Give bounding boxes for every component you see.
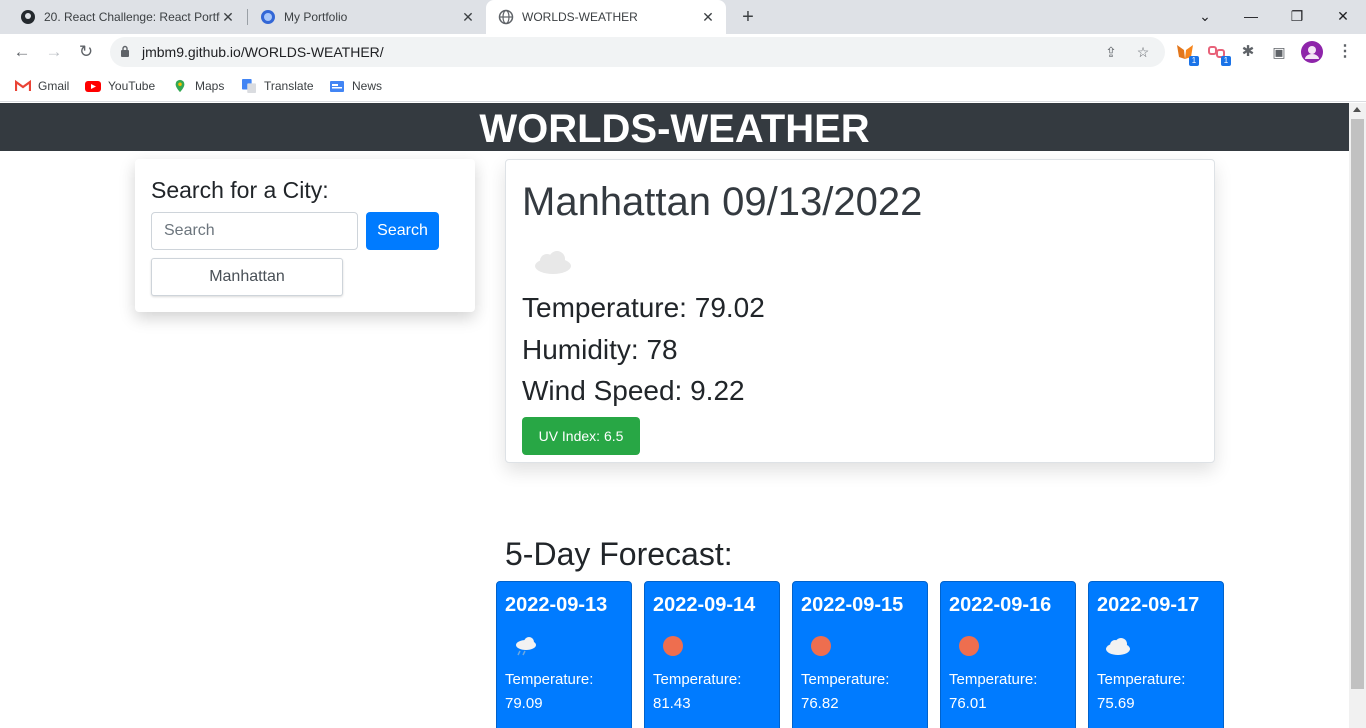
bookmark-label: YouTube — [108, 79, 156, 93]
github-icon — [21, 10, 35, 24]
page-title: WORLDS-WEATHER — [0, 103, 1349, 151]
forecast-temp-value: 76.01 — [949, 695, 987, 712]
sun-icon — [811, 636, 831, 656]
restore-icon[interactable]: ❐ — [1285, 5, 1309, 27]
tab-title: WORLDS-WEATHER — [522, 10, 638, 24]
tab-my-portfolio[interactable]: My Portfolio ✕ — [240, 0, 486, 34]
forecast-card: 2022-09-17 Temperature: 75.69 — [1088, 581, 1224, 728]
forecast-temp-label: Temperature: — [801, 671, 890, 688]
tab-strip: 20. React Challenge: React Portfo ✕ My P… — [0, 0, 1366, 34]
puzzle-extensions-icon[interactable]: ✱ — [1237, 41, 1259, 63]
tab-title: My Portfolio — [284, 10, 348, 24]
metamask-extension-icon[interactable]: 1 — [1175, 43, 1199, 66]
forecast-temp-label: Temperature: — [1097, 671, 1186, 688]
forecast-temp-value: 79.09 — [505, 695, 543, 712]
forecast-temp-value: 75.69 — [1097, 695, 1135, 712]
bookmarks-bar: Gmail YouTube Maps Translate News — [0, 70, 1366, 102]
forecast-card: 2022-09-16 Temperature: 76.01 — [940, 581, 1076, 728]
side-panel-icon[interactable]: ▣ — [1268, 41, 1290, 63]
uv-index-value: 6.5 — [603, 428, 624, 444]
forecast-card: 2022-09-15 Temperature: 76.82 — [792, 581, 928, 728]
uv-index-label: UV Index: — [538, 428, 604, 444]
forecast-date: 2022-09-15 — [801, 594, 904, 616]
forecast-heading: 5-Day Forecast: — [505, 536, 733, 572]
bookmark-news[interactable]: News — [329, 77, 382, 95]
tab-worlds-weather[interactable]: WORLDS-WEATHER ✕ — [486, 0, 726, 34]
extension-badge: 1 — [1189, 56, 1199, 66]
scrollbar-thumb[interactable] — [1351, 119, 1364, 689]
forecast-card: 2022-09-13 Temperature: 79.09 — [496, 581, 632, 728]
forecast-date: 2022-09-14 — [653, 594, 756, 616]
forecast-temp-label: Temperature: — [505, 671, 594, 688]
bookmark-translate[interactable]: Translate — [241, 77, 314, 95]
bookmark-star-icon[interactable]: ☆ — [1134, 43, 1152, 61]
url-text[interactable]: jmbm9.github.io/WORLDS-WEATHER/ — [142, 44, 384, 60]
address-bar[interactable]: jmbm9.github.io/WORLDS-WEATHER/ ⇪ ☆ — [110, 37, 1165, 67]
bookmark-label: Gmail — [38, 79, 70, 93]
forecast-temp-label: Temperature: — [653, 671, 742, 688]
bookmark-label: Maps — [195, 79, 225, 93]
bookmark-gmail[interactable]: Gmail — [15, 77, 69, 95]
new-tab-icon[interactable]: + — [738, 7, 758, 27]
news-icon — [330, 81, 344, 92]
browser-toolbar: ← → ↻ jmbm9.github.io/WORLDS-WEATHER/ ⇪ … — [0, 34, 1366, 70]
cloud-icon — [535, 251, 571, 274]
sun-icon — [959, 636, 979, 656]
rain-cloud-icon — [516, 637, 536, 656]
extension-icon[interactable]: 1 — [1207, 43, 1231, 66]
page-scrollbar[interactable] — [1349, 103, 1366, 728]
youtube-icon — [85, 81, 101, 92]
scroll-up-arrow-icon[interactable] — [1353, 107, 1361, 112]
menu-kebab-icon[interactable]: ⋮ — [1334, 41, 1356, 63]
window-close-icon[interactable]: ✕ — [1331, 5, 1355, 27]
forecast-date: 2022-09-17 — [1097, 594, 1200, 616]
close-icon[interactable]: ✕ — [220, 9, 236, 25]
bookmark-label: News — [352, 79, 383, 93]
translate-icon — [242, 79, 256, 93]
maps-icon — [175, 79, 185, 93]
city-date-heading: Manhattan 09/13/2022 — [522, 180, 923, 224]
forecast-date: 2022-09-13 — [505, 594, 608, 616]
tab-title: 20. React Challenge: React Portfo — [44, 10, 220, 24]
close-icon[interactable]: ✕ — [700, 9, 716, 25]
search-heading: Search for a City: — [151, 177, 329, 203]
globe-icon — [261, 10, 275, 24]
forward-arrow-icon[interactable]: → — [43, 41, 65, 63]
forecast-card: 2022-09-14 Temperature: 81.43 — [644, 581, 780, 728]
temperature-text: Temperature: 79.02 — [522, 292, 765, 323]
current-weather-card: Manhattan 09/13/2022 Temperature: 79.02 … — [505, 159, 1215, 463]
minimize-icon[interactable]: — — [1239, 5, 1263, 27]
globe-icon — [498, 9, 514, 25]
history-city-button[interactable]: Manhattan — [151, 258, 343, 296]
back-arrow-icon[interactable]: ← — [11, 41, 33, 63]
bookmark-label: Translate — [264, 79, 314, 93]
tab-search-chevron-icon[interactable]: ⌄ — [1193, 5, 1217, 27]
search-button[interactable]: Search — [366, 212, 439, 250]
forecast-temp-label: Temperature: — [949, 671, 1038, 688]
share-icon[interactable]: ⇪ — [1102, 43, 1120, 61]
avatar[interactable] — [1301, 41, 1323, 63]
cloud-icon — [1106, 638, 1130, 655]
search-panel: Search for a City: Search Manhattan — [135, 159, 475, 312]
page-viewport: WORLDS-WEATHER Search for a City: Search… — [0, 103, 1349, 728]
gmail-icon — [15, 79, 31, 91]
bookmark-maps[interactable]: Maps — [172, 77, 224, 95]
humidity-text: Humidity: 78 — [522, 334, 678, 365]
close-icon[interactable]: ✕ — [460, 9, 476, 25]
lock-icon — [121, 45, 129, 57]
extension-badge: 1 — [1221, 56, 1231, 66]
forecast-temp-value: 81.43 — [653, 695, 691, 712]
reload-icon[interactable]: ↻ — [75, 41, 97, 63]
tab-react-challenge[interactable]: 20. React Challenge: React Portfo ✕ — [0, 0, 246, 34]
sun-icon — [663, 636, 683, 656]
wind-speed-text: Wind Speed: 9.22 — [522, 375, 745, 406]
bookmark-youtube[interactable]: YouTube — [85, 77, 155, 95]
search-input[interactable] — [151, 212, 358, 250]
uv-index-badge[interactable]: UV Index: 6.5 — [522, 417, 640, 455]
forecast-date: 2022-09-16 — [949, 594, 1052, 616]
forecast-temp-value: 76.82 — [801, 695, 839, 712]
